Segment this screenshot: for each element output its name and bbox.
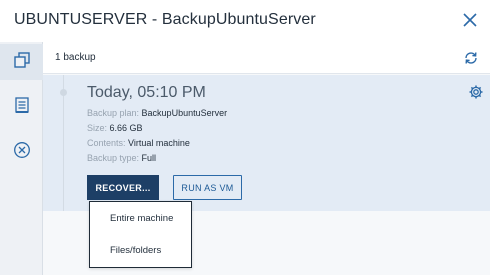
- close-icon[interactable]: [459, 9, 481, 31]
- backup-card[interactable]: Today, 05:10 PM Backup plan: BackupUbunt…: [43, 75, 490, 275]
- backup-toolbar: 1 backup: [43, 42, 490, 74]
- backup-plan-label: Backup plan:: [87, 108, 142, 118]
- backup-type-label: Backup type:: [87, 153, 142, 163]
- gear-icon[interactable]: [468, 84, 484, 100]
- rail-item-cancel[interactable]: [0, 134, 43, 170]
- recover-dropdown-menu: Entire machine Files/folders: [89, 201, 192, 268]
- rail-item-backups[interactable]: [0, 44, 43, 80]
- backup-type-row: Backup type: Full: [87, 153, 156, 164]
- size-row: Size: 6.66 GB: [87, 123, 143, 134]
- title-bar: UBUNTUSERVER - BackupUbuntuServer: [0, 0, 490, 42]
- backup-type-value: Full: [141, 153, 157, 163]
- backup-plan-value: BackupUbuntuServer: [141, 108, 228, 118]
- backups-icon: [13, 51, 31, 74]
- backup-plan-row: Backup plan: BackupUbuntuServer: [87, 108, 227, 119]
- size-label: Size:: [87, 123, 110, 133]
- left-rail: [0, 42, 43, 275]
- timeline-dot: [60, 89, 67, 96]
- refresh-icon[interactable]: [463, 50, 479, 66]
- menu-item-entire-machine[interactable]: Entire machine: [90, 203, 191, 235]
- backup-time: Today, 05:10 PM: [87, 84, 206, 101]
- activities-icon: [13, 96, 31, 119]
- rail-item-activities[interactable]: [0, 89, 43, 125]
- contents-label: Contents:: [87, 138, 129, 148]
- window-title: UBUNTUSERVER - BackupUbuntuServer: [14, 11, 316, 28]
- contents-value: Virtual machine: [128, 138, 190, 148]
- size-value: 6.66 GB: [109, 123, 143, 133]
- backup-count: 1 backup: [55, 52, 96, 63]
- menu-item-files-folders[interactable]: Files/folders: [90, 235, 191, 267]
- recover-button[interactable]: RECOVER...: [87, 175, 159, 200]
- cancel-circle-icon: [13, 141, 31, 164]
- contents-row: Contents: Virtual machine: [87, 138, 190, 149]
- run-as-vm-button[interactable]: RUN AS VM: [173, 175, 242, 200]
